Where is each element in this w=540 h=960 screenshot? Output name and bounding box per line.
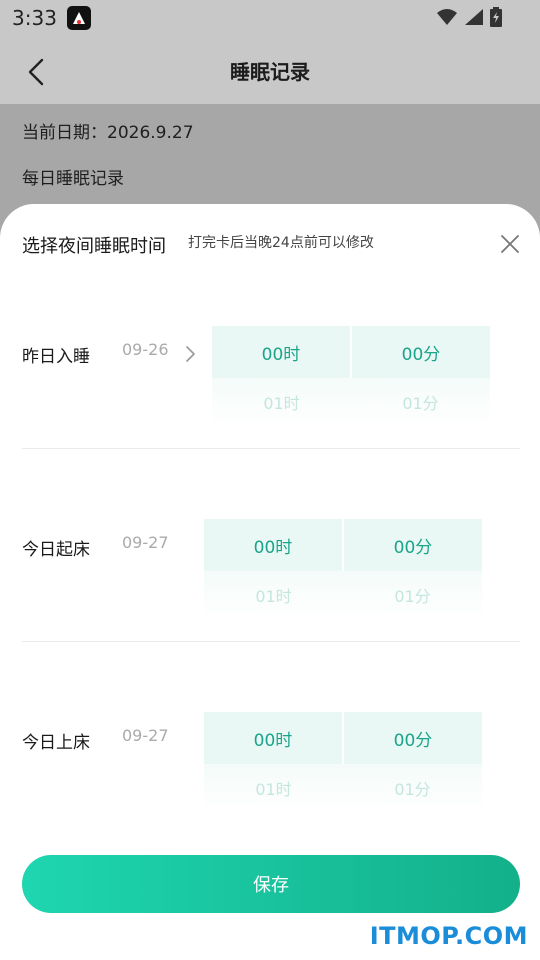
row-label-sleep: 昨日入睡 xyxy=(22,347,90,367)
sheet-subtitle: 打完卡后当晚24点前可以修改 xyxy=(188,235,374,251)
hour-next[interactable]: 01时 xyxy=(204,571,343,619)
battery-icon xyxy=(490,7,502,27)
date-chevron-button[interactable] xyxy=(182,344,198,364)
minute-selected[interactable]: 00分 xyxy=(344,519,482,571)
hour-selected[interactable]: 00时 xyxy=(212,326,350,378)
minute-selected[interactable]: 00分 xyxy=(352,326,490,378)
section-title: 每日睡眠记录 xyxy=(22,169,124,189)
close-icon xyxy=(501,235,519,253)
page-title: 睡眠记录 xyxy=(230,60,310,84)
row-date-bed: 09-27 xyxy=(122,726,169,745)
row-date-wake: 09-27 xyxy=(122,533,169,552)
selected-time: 00时 00分 xyxy=(204,712,482,764)
minute-next[interactable]: 01分 xyxy=(343,764,482,812)
current-date: 当前日期：2026.9.27 xyxy=(22,123,194,143)
minute-next[interactable]: 01分 xyxy=(343,571,482,619)
signal-icon xyxy=(465,9,483,25)
app-notification-icon xyxy=(66,6,91,30)
sheet-title: 选择夜间睡眠时间 xyxy=(22,236,166,257)
selected-time: 00时 00分 xyxy=(212,326,490,378)
row-label-wake: 今日起床 xyxy=(22,540,90,560)
hour-next[interactable]: 01时 xyxy=(212,378,351,426)
row-label-bed: 今日上床 xyxy=(22,733,90,753)
time-picker-bed[interactable]: 00时 00分 01时 01分 xyxy=(204,712,482,812)
next-time: 01时 01分 xyxy=(204,571,482,619)
next-time: 01时 01分 xyxy=(212,378,490,426)
next-time: 01时 01分 xyxy=(204,764,482,812)
row-date-sleep: 09-26 xyxy=(122,340,169,359)
selected-time: 00时 00分 xyxy=(204,519,482,571)
status-icons xyxy=(436,7,502,27)
time-picker-sleep[interactable]: 00时 00分 01时 01分 xyxy=(212,326,490,426)
time-picker-wake[interactable]: 00时 00分 01时 01分 xyxy=(204,519,482,619)
watermark: ITMOP.COM xyxy=(369,922,528,950)
time-picker-sheet: 选择夜间睡眠时间 打完卡后当晚24点前可以修改 昨日入睡 09-26 00时 0… xyxy=(0,204,540,960)
save-button[interactable]: 保存 xyxy=(22,855,520,913)
minute-next[interactable]: 01分 xyxy=(351,378,490,426)
status-time: 3:33 xyxy=(12,6,57,30)
hour-next[interactable]: 01时 xyxy=(204,764,343,812)
divider xyxy=(22,641,520,642)
status-bar: 3:33 xyxy=(0,0,540,36)
close-button[interactable] xyxy=(496,230,524,258)
minute-selected[interactable]: 00分 xyxy=(344,712,482,764)
wifi-icon xyxy=(437,9,457,25)
hour-selected[interactable]: 00时 xyxy=(204,519,342,571)
divider xyxy=(22,448,520,449)
hour-selected[interactable]: 00时 xyxy=(204,712,342,764)
nav-bar: 睡眠记录 xyxy=(0,36,540,104)
chevron-right-icon xyxy=(186,346,195,362)
